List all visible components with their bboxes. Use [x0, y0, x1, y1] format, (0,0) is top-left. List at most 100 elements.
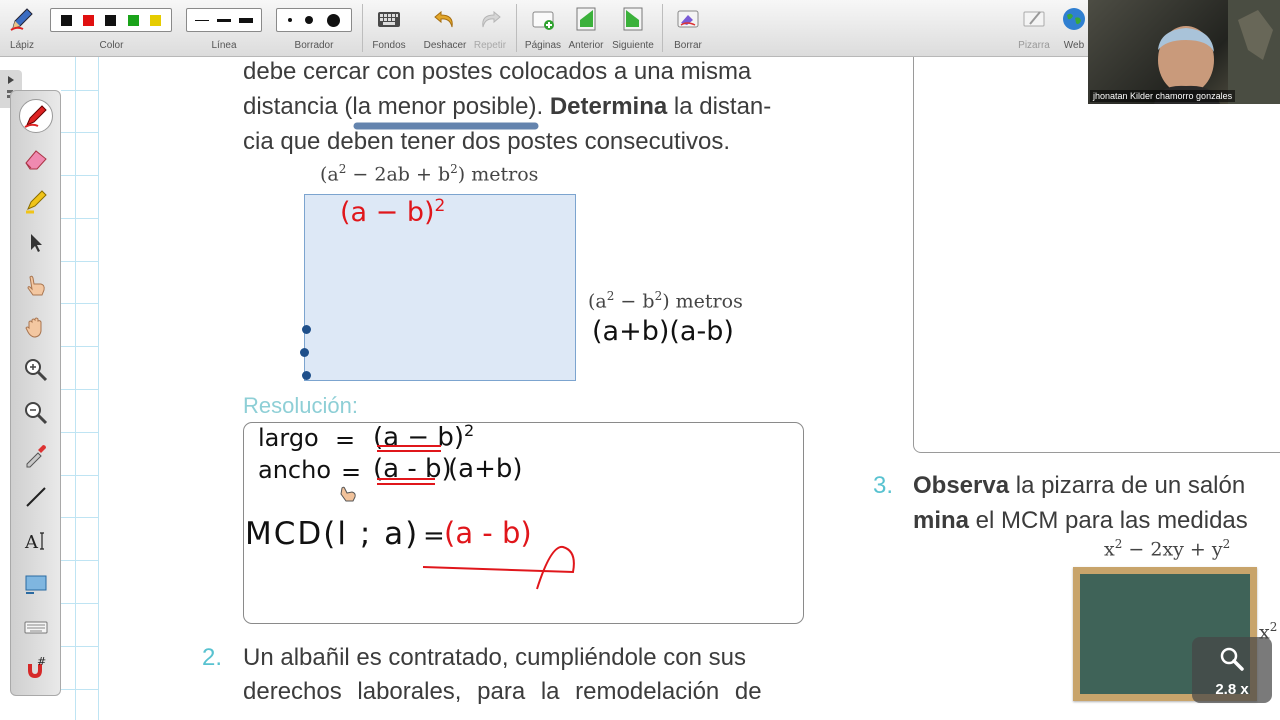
next-page-button[interactable]: Siguiente [610, 0, 656, 57]
previous-page-label: Anterior [568, 40, 604, 51]
redo-icon [482, 10, 501, 28]
zoom-widget[interactable]: 2.8 x [1192, 637, 1272, 703]
label-part: x [1104, 538, 1115, 561]
line-width-palette[interactable] [186, 8, 262, 32]
color-swatch-yellow[interactable] [150, 14, 162, 26]
blue-underline-annotation [353, 122, 539, 130]
color-palette[interactable] [50, 8, 172, 32]
side-highlighter-tool[interactable] [19, 184, 53, 218]
handwritten-ancho-value-2: (a+b) [448, 454, 523, 484]
zoom-out-icon [25, 402, 48, 425]
redo-label: Repetir [473, 40, 507, 51]
line-width-thin[interactable] [195, 19, 209, 21]
magnet-icon: # [28, 655, 46, 678]
color-swatch-black[interactable] [60, 14, 72, 26]
line-width-thick[interactable] [239, 17, 253, 23]
web-button[interactable]: Web [1058, 0, 1090, 57]
exponent: 2 [1222, 537, 1231, 551]
red-underline-annotation [377, 445, 441, 485]
previous-page-icon [576, 7, 596, 31]
handwritten-exponent: 2 [434, 196, 446, 216]
next-page-icon [623, 7, 643, 31]
clear-button[interactable]: Borrar [666, 0, 710, 57]
clear-board-icon [677, 10, 699, 28]
problem2-line1: Un albañil es contratado, cumpliéndole c… [243, 644, 746, 671]
grid-line [61, 432, 99, 433]
side-eraser-tool[interactable] [19, 142, 53, 176]
exponent: 2 [1269, 620, 1278, 634]
side-pan-tool[interactable] [19, 310, 53, 344]
side-zoom-out-tool[interactable] [19, 396, 53, 430]
side-select-tool[interactable] [19, 226, 53, 260]
highlighter-icon [26, 190, 47, 214]
grid-line [61, 261, 99, 262]
resolution-heading: Resolución: [243, 393, 358, 418]
backgrounds-button[interactable]: Fondos [366, 0, 412, 57]
label-part: − 2ab + b [346, 163, 451, 186]
problem1-bold-verb: Determina [549, 93, 668, 120]
side-screenshot-tool[interactable] [19, 568, 53, 602]
problem1-highlighted-phrase: la menor posible [352, 93, 529, 120]
problem3-text: el MCM para las medidas [969, 507, 1248, 534]
side-eyedropper-tool[interactable] [19, 438, 53, 472]
side-magnet-tool[interactable]: # [19, 651, 53, 685]
document-page: debe cercar con postes colocados a una m… [61, 57, 1280, 720]
red-checkmark-annotation [422, 545, 575, 590]
text-tool-icon: A [24, 532, 44, 553]
whiteboard-label: Pizarra [1018, 40, 1050, 51]
previous-page-button[interactable]: Anterior [566, 0, 606, 57]
eraser-size-large[interactable] [327, 13, 341, 27]
zoom-in-icon [25, 359, 48, 382]
toolbar-divider [362, 4, 363, 52]
fence-post-dot [302, 371, 311, 380]
grid-line [61, 646, 99, 647]
problem2-number: 2. [202, 644, 222, 672]
side-pointer-tool[interactable] [19, 268, 53, 302]
side-pen-tool[interactable] [19, 99, 53, 133]
problem2-line2: derechos laborales, para la remodelación… [243, 678, 762, 705]
pencil-tool-button[interactable]: Lápiz [0, 0, 44, 57]
grid-line [61, 517, 99, 518]
rectangle-side-label: (a2 − b2) metros [588, 289, 743, 312]
line-width-medium[interactable] [217, 18, 231, 22]
side-text-tool[interactable]: A [19, 524, 53, 558]
pages-button[interactable]: Páginas [522, 0, 564, 57]
next-page-label: Siguiente [612, 40, 654, 51]
color-group: Color [50, 0, 173, 57]
eraser-size-group: Borrador [276, 0, 352, 57]
problem3-number: 3. [873, 472, 893, 500]
fence-post-dot [300, 348, 309, 357]
toolbar-divider [662, 4, 663, 52]
side-zoom-in-tool[interactable] [19, 353, 53, 387]
exponent: 2 [450, 162, 458, 176]
webcam-overlay: jhonatan Kilder chamorro gonzales [1088, 0, 1280, 104]
problem3-line2: mina el MCM para las medidas [913, 507, 1248, 535]
color-swatch-black-2[interactable] [105, 14, 117, 26]
eraser-label: Borrador [294, 40, 334, 51]
side-line-tool[interactable] [19, 480, 53, 514]
label-part: ) metros [457, 163, 539, 186]
problem3-line1: Observa la pizarra de un salón [913, 472, 1245, 500]
whiteboard-button[interactable]: Pizarra [1012, 0, 1056, 57]
grid-line [61, 389, 99, 390]
eraser-size-medium[interactable] [305, 16, 314, 24]
problem3-bold-verb: Observa [913, 472, 1010, 499]
add-page-icon [532, 11, 554, 30]
whiteboard-icon [1023, 11, 1045, 27]
webcam-person-image [1154, 0, 1280, 104]
redo-button[interactable]: Repetir [470, 0, 510, 57]
eraser-size-palette[interactable] [276, 8, 352, 32]
eraser-size-small[interactable] [287, 18, 292, 22]
grid-line [61, 90, 99, 91]
grid-line [61, 560, 99, 561]
side-keyboard-tool[interactable] [19, 610, 53, 644]
toolbar-divider [516, 4, 517, 52]
keyboard-icon [24, 621, 48, 634]
zoom-level: 2.8 x [1215, 681, 1249, 698]
color-swatch-green[interactable] [127, 14, 139, 26]
web-label: Web [1063, 40, 1085, 51]
color-swatch-red[interactable] [83, 14, 95, 26]
pen-icon [24, 105, 47, 128]
pointing-hand-icon [27, 275, 45, 296]
undo-button[interactable]: Deshacer [420, 0, 470, 57]
